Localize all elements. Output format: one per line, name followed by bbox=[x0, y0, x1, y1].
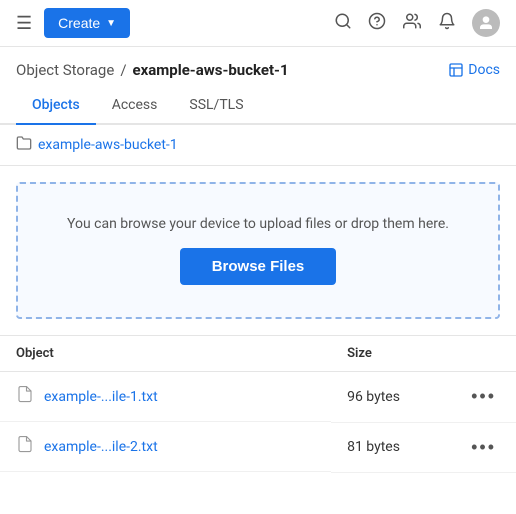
bell-icon[interactable] bbox=[438, 12, 456, 35]
search-icon[interactable] bbox=[334, 12, 352, 35]
folder-icon bbox=[16, 135, 32, 155]
more-options-button[interactable]: ••• bbox=[467, 437, 500, 458]
table-row: example-...ile-2.txt 81 bytes ••• bbox=[0, 422, 516, 472]
help-icon[interactable] bbox=[368, 12, 386, 35]
col-size-header: Size bbox=[331, 336, 451, 372]
tab-objects[interactable]: Objects bbox=[16, 87, 96, 125]
tabs: Objects Access SSL/TLS bbox=[0, 87, 516, 125]
file-size: 96 bytes bbox=[331, 372, 451, 423]
breadcrumb-area: Object Storage / example-aws-bucket-1 Do… bbox=[0, 47, 516, 87]
docs-link[interactable]: Docs bbox=[448, 62, 500, 78]
tab-access[interactable]: Access bbox=[96, 87, 174, 125]
file-icon bbox=[16, 434, 34, 459]
create-label: Create bbox=[58, 15, 100, 31]
file-icon bbox=[16, 384, 34, 409]
docs-label: Docs bbox=[468, 62, 500, 78]
breadcrumb: Object Storage / example-aws-bucket-1 bbox=[16, 61, 289, 79]
table-row: example-...ile-1.txt 96 bytes ••• bbox=[0, 372, 516, 423]
path-bar: example-aws-bucket-1 bbox=[0, 125, 516, 166]
users-icon[interactable] bbox=[402, 12, 422, 35]
upload-description: You can browse your device to upload fil… bbox=[67, 216, 449, 232]
nav-icons bbox=[334, 9, 500, 37]
file-actions-cell: ••• bbox=[451, 422, 516, 472]
chevron-down-icon: ▼ bbox=[106, 18, 116, 29]
breadcrumb-parent[interactable]: Object Storage bbox=[16, 61, 114, 79]
breadcrumb-current: example-aws-bucket-1 bbox=[133, 61, 289, 79]
file-table: Object Size example-...ile-1.txt 96 byte… bbox=[0, 335, 516, 473]
hamburger-icon[interactable]: ☰ bbox=[16, 13, 32, 34]
file-size: 81 bytes bbox=[331, 422, 451, 472]
upload-zone: You can browse your device to upload fil… bbox=[16, 182, 500, 319]
top-nav: ☰ Create ▼ bbox=[0, 0, 516, 47]
file-name-link[interactable]: example-...ile-1.txt bbox=[44, 389, 158, 405]
more-options-button[interactable]: ••• bbox=[467, 386, 500, 407]
col-object-header: Object bbox=[0, 336, 331, 372]
avatar[interactable] bbox=[472, 9, 500, 37]
browse-files-button[interactable]: Browse Files bbox=[180, 248, 337, 285]
col-actions-header bbox=[451, 336, 516, 372]
path-label[interactable]: example-aws-bucket-1 bbox=[38, 137, 178, 153]
file-actions-cell: ••• bbox=[451, 372, 516, 423]
breadcrumb-separator: / bbox=[120, 61, 126, 79]
tab-ssl-tls[interactable]: SSL/TLS bbox=[173, 87, 259, 125]
file-name-link[interactable]: example-...ile-2.txt bbox=[44, 439, 158, 455]
create-button[interactable]: Create ▼ bbox=[44, 8, 130, 38]
table-header-row: Object Size bbox=[0, 336, 516, 372]
